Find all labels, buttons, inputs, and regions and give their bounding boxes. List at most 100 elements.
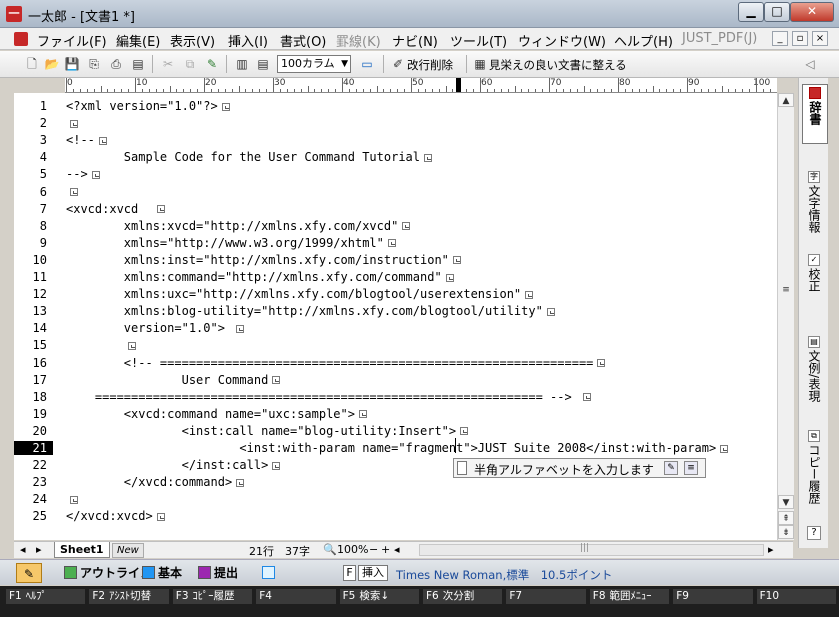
save-icon[interactable]: 💾: [64, 56, 80, 72]
function-key-f9[interactable]: F9: [673, 589, 753, 604]
delete-breaks-icon[interactable]: ✐: [390, 56, 406, 72]
function-key-f10[interactable]: F10: [756, 589, 836, 604]
menu-format[interactable]: 書式(O): [280, 31, 326, 50]
input-mode-f[interactable]: F: [343, 565, 356, 581]
minimize-button[interactable]: ▁: [738, 2, 764, 22]
close-button[interactable]: ✕: [790, 2, 834, 22]
code-line[interactable]: <xvcd:xvcd: [66, 202, 165, 216]
vertical-scrollbar[interactable]: ▲ ≡ ▼ ⇞ ⇟: [777, 93, 794, 540]
columns-dropdown[interactable]: 100カラム ▼: [277, 55, 351, 73]
code-line[interactable]: [66, 338, 136, 352]
zoom-icon[interactable]: 🔍: [323, 543, 337, 556]
code-line[interactable]: <inst:call name="blog-utility:Insert">: [66, 424, 469, 438]
sheet-next-icon[interactable]: ▸: [36, 543, 42, 556]
page-up-button[interactable]: ⇞: [778, 511, 794, 525]
new-sheet-tab[interactable]: New: [112, 543, 144, 558]
code-line[interactable]: </inst:call>: [66, 458, 281, 472]
cut-icon[interactable]: ✂: [160, 56, 176, 72]
code-line[interactable]: </xvcd:command>: [66, 475, 245, 489]
sheet-tab[interactable]: Sheet1: [54, 542, 110, 558]
doc-restore-button[interactable]: ▫: [792, 31, 808, 46]
status-search-icon[interactable]: [262, 563, 278, 583]
code-line[interactable]: <!--: [66, 133, 107, 147]
menu-view[interactable]: 表示(V): [170, 31, 215, 50]
new-document-icon[interactable]: 🗋: [24, 56, 40, 72]
doc-minimize-button[interactable]: _: [772, 31, 788, 46]
page-view-icon[interactable]: ▤: [255, 56, 271, 72]
insert-mode-indicator[interactable]: 挿入: [358, 565, 388, 581]
scroll-thumb-grip-icon[interactable]: ≡: [778, 283, 794, 297]
tidy-document-icon[interactable]: ▦: [472, 56, 488, 72]
page-down-button[interactable]: ⇟: [778, 525, 794, 539]
ime-list-icon[interactable]: ≡: [684, 461, 698, 475]
code-line[interactable]: xmlns:command="http://xmlns.xfy.com/comm…: [66, 270, 454, 284]
menu-ruled-lines[interactable]: 罫線(K): [336, 31, 381, 50]
tab-basic[interactable]: 基本: [142, 563, 182, 583]
menu-help[interactable]: ヘルプ(H): [614, 31, 673, 50]
panel-proofread[interactable]: ✓ 校正: [802, 254, 826, 295]
menu-navi[interactable]: ナビ(N): [392, 31, 438, 50]
tab-outline[interactable]: アウトライン: [64, 563, 152, 583]
code-line[interactable]: <!-- ===================================…: [66, 356, 606, 370]
menu-window[interactable]: ウィンドウ(W): [518, 31, 606, 50]
code-line[interactable]: User Command: [66, 373, 281, 387]
frame-icon[interactable]: ▭: [359, 56, 375, 72]
code-line[interactable]: <inst:with-param name="fragment">JUST Su…: [66, 441, 729, 455]
code-line[interactable]: [66, 116, 78, 130]
function-key-f3[interactable]: F3 ｺﾋﾟｰ履歴: [172, 589, 253, 604]
code-line[interactable]: ========================================…: [66, 390, 591, 404]
hscroll-grip-icon[interactable]: |||: [580, 543, 589, 553]
paste-icon[interactable]: ✎: [204, 56, 220, 72]
scroll-up-button[interactable]: ▲: [778, 93, 794, 107]
menu-file[interactable]: ファイル(F): [37, 31, 107, 50]
ichitaro-app-icon[interactable]: 一: [6, 6, 22, 22]
panel-character-info[interactable]: 字 文字情報: [802, 171, 826, 236]
zoom-in-button[interactable]: +: [381, 543, 390, 556]
tidy-document-button[interactable]: 見栄えの良い文書に整える: [489, 57, 627, 73]
function-key-f8[interactable]: F8 範囲ﾒﾆｭｰ: [589, 589, 670, 604]
code-line[interactable]: <xvcd:command name="uxc:sample">: [66, 407, 367, 421]
delete-breaks-button[interactable]: 改行削除: [407, 57, 453, 73]
print-icon[interactable]: ⎙: [108, 56, 124, 72]
panel-copy-history[interactable]: ⧉ コピー履歴: [802, 430, 826, 507]
code-line[interactable]: version="1.0">: [66, 321, 245, 335]
code-line[interactable]: [66, 185, 78, 199]
sheet-prev-icon[interactable]: ◂: [20, 543, 26, 556]
toolbar-collapse-icon[interactable]: ◁: [802, 56, 818, 72]
panel-examples[interactable]: ▤ 文例/表現: [802, 336, 826, 405]
function-key-f6[interactable]: F6 次分割: [423, 589, 503, 604]
print-preview-icon[interactable]: ▤: [130, 56, 146, 72]
panel-help[interactable]: ?: [802, 526, 826, 542]
tab-submit[interactable]: 提出: [198, 563, 238, 583]
function-key-f4[interactable]: F4: [256, 589, 336, 604]
function-key-f1[interactable]: F1 ﾍﾙﾌﾟ: [6, 589, 86, 604]
code-line[interactable]: xmlns="http://www.w3.org/1999/xhtml": [66, 236, 396, 250]
code-line[interactable]: xmlns:uxc="http://xmlns.xfy.com/blogtool…: [66, 287, 534, 301]
menu-insert[interactable]: 挿入(I): [228, 31, 268, 50]
scroll-down-button[interactable]: ▼: [778, 495, 794, 509]
zoom-level[interactable]: 100%: [337, 543, 368, 556]
code-line[interactable]: xmlns:inst="http://xmlns.xfy.com/instruc…: [66, 253, 461, 267]
hscroll-left-button[interactable]: ◂: [394, 543, 400, 556]
code-line[interactable]: xmlns:xvcd="http://xmlns.xfy.com/xvcd": [66, 219, 411, 233]
code-line[interactable]: <?xml version="1.0"?>: [66, 99, 230, 113]
doc-close-button[interactable]: ×: [812, 31, 828, 46]
menu-edit[interactable]: 編集(E): [116, 31, 160, 50]
menu-just-pdf[interactable]: JUST_PDF(J): [682, 31, 757, 46]
panel-dictionary[interactable]: 辞書: [802, 84, 828, 144]
code-line[interactable]: Sample Code for the User Command Tutoria…: [66, 150, 433, 164]
function-key-f7[interactable]: F7: [506, 589, 586, 604]
document-menu-icon[interactable]: [14, 32, 28, 46]
horizontal-scrollbar[interactable]: |||: [419, 543, 764, 556]
zoom-out-button[interactable]: −: [369, 543, 378, 556]
hscroll-right-button[interactable]: ▸: [768, 543, 774, 556]
ime-edit-icon[interactable]: ✎: [664, 461, 678, 475]
code-line[interactable]: </xvcd:xvcd>: [66, 509, 165, 523]
function-key-f5[interactable]: F5 検索↓: [339, 589, 419, 604]
copy-icon[interactable]: ⧉: [182, 56, 198, 72]
code-line[interactable]: -->: [66, 167, 100, 181]
palette-toggle-icon[interactable]: ✎: [16, 563, 42, 583]
save-as-icon[interactable]: ⎘: [86, 56, 102, 72]
code-line[interactable]: [66, 492, 78, 506]
maximize-button[interactable]: □: [764, 2, 790, 22]
